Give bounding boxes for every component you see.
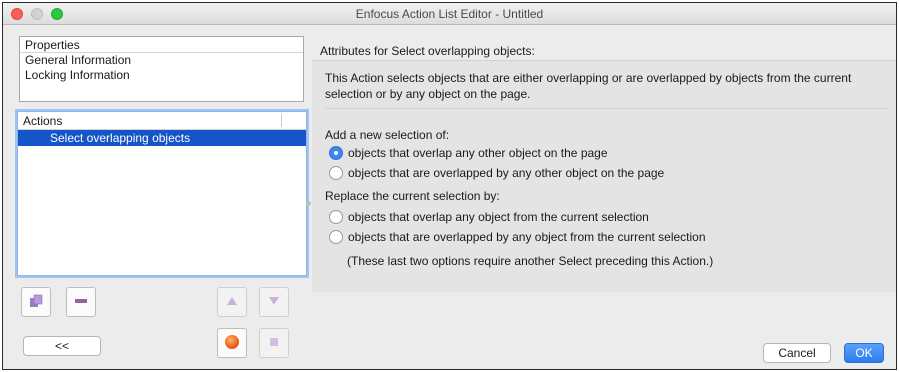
add-selection-label: Add a new selection of:	[325, 128, 450, 142]
move-down-button[interactable]	[259, 287, 289, 317]
remove-action-icon	[74, 294, 88, 311]
action-item-select-overlapping[interactable]: Select overlapping objects	[18, 130, 306, 146]
properties-list: Properties General Information Locking I…	[19, 36, 304, 102]
properties-item-locking[interactable]: Locking Information	[20, 68, 303, 83]
stop-button[interactable]	[259, 328, 289, 358]
actions-header: Actions	[18, 112, 306, 130]
divider	[325, 108, 887, 109]
option-overlapped-by-current-selection[interactable]: objects that are overlapped by any objec…	[329, 229, 706, 245]
move-down-icon	[268, 295, 280, 310]
cancel-button[interactable]: Cancel	[763, 343, 831, 363]
option-overlap-current-selection[interactable]: objects that overlap any object from the…	[329, 209, 649, 225]
option-overlapped-by-any-on-page[interactable]: objects that are overlapped by any other…	[329, 165, 664, 181]
properties-header: Properties	[20, 37, 303, 53]
add-action-button[interactable]	[21, 287, 51, 317]
add-action-icon	[29, 294, 43, 311]
option-label: objects that overlap any other object on…	[348, 146, 608, 160]
collapse-button[interactable]: <<	[23, 336, 101, 356]
option-overlap-any-on-page[interactable]: objects that overlap any other object on…	[329, 145, 608, 161]
splitter-handle[interactable]	[306, 201, 311, 206]
radio-selected-icon[interactable]	[329, 146, 343, 160]
window-title: Enfocus Action List Editor - Untitled	[355, 7, 544, 21]
option-label: objects that are overlapped by any objec…	[348, 230, 706, 244]
actions-header-label: Actions	[23, 114, 63, 128]
option-label: objects that are overlapped by any other…	[348, 166, 665, 180]
radio-icon[interactable]	[329, 166, 343, 180]
run-button[interactable]	[217, 328, 247, 358]
replace-selection-label: Replace the current selection by:	[325, 189, 500, 203]
ok-button[interactable]: OK	[844, 343, 884, 363]
radio-icon[interactable]	[329, 230, 343, 244]
radio-icon[interactable]	[329, 210, 343, 224]
move-up-button[interactable]	[217, 287, 247, 317]
action-description: This Action selects objects that are eit…	[325, 71, 852, 101]
actions-list[interactable]: Actions Select overlapping objects	[17, 111, 307, 276]
column-separator	[281, 114, 282, 127]
remove-action-button[interactable]	[66, 287, 96, 317]
options-note: (These last two options require another …	[347, 254, 714, 268]
title-bar: Enfocus Action List Editor - Untitled	[3, 3, 896, 25]
run-icon	[224, 334, 240, 353]
move-up-icon	[226, 295, 238, 310]
attributes-title: Attributes for Select overlapping object…	[320, 44, 535, 58]
attributes-panel: This Action selects objects that are eit…	[312, 60, 896, 292]
option-label: objects that overlap any object from the…	[348, 210, 649, 224]
stop-icon	[269, 336, 279, 350]
properties-item-general[interactable]: General Information	[20, 53, 303, 68]
action-list-editor-window: Enfocus Action List Editor - Untitled Pr…	[2, 2, 897, 370]
